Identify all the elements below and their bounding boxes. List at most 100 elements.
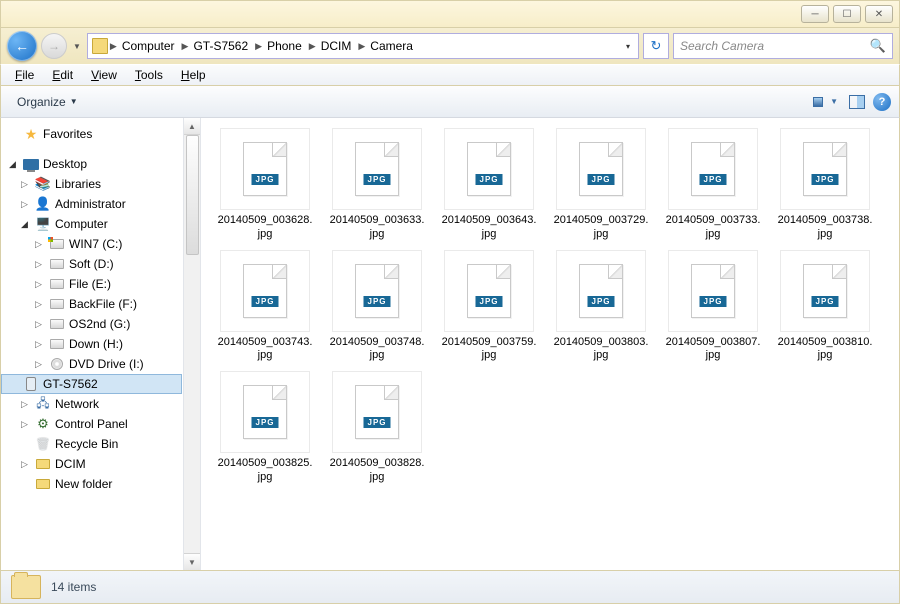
breadcrumb-phone[interactable]: Phone	[264, 37, 305, 55]
chevron-right-icon[interactable]: ▶	[182, 41, 189, 52]
chevron-right-icon[interactable]: ▶	[110, 41, 117, 52]
expand-icon[interactable]: ▷	[21, 399, 31, 410]
search-icon[interactable]: 🔍	[870, 38, 886, 54]
scroll-down-button[interactable]: ▼	[184, 553, 200, 570]
expand-icon[interactable]: ▷	[21, 459, 31, 470]
file-item[interactable]: JPG20140509_003803.jpg	[551, 250, 651, 364]
menu-view[interactable]: View	[83, 66, 125, 84]
libraries-icon: 📚	[35, 176, 51, 192]
folder-icon	[11, 575, 41, 599]
scroll-thumb[interactable]	[186, 135, 199, 255]
chevron-right-icon[interactable]: ▶	[358, 41, 365, 52]
status-bar: 14 items	[0, 570, 900, 604]
file-name: 20140509_003729.jpg	[554, 214, 649, 242]
file-item[interactable]: JPG20140509_003807.jpg	[663, 250, 763, 364]
back-button[interactable]: ←	[7, 31, 37, 61]
file-item[interactable]: JPG20140509_003748.jpg	[327, 250, 427, 364]
expand-icon[interactable]: ▷	[35, 359, 45, 370]
file-item[interactable]: JPG20140509_003743.jpg	[215, 250, 315, 364]
tree-libraries[interactable]: ▷ 📚 Libraries	[1, 174, 182, 194]
change-view-button[interactable]: ▼	[807, 93, 841, 111]
folder-icon	[35, 456, 51, 472]
tree-drive[interactable]: ▷WIN7 (C:)	[1, 234, 182, 254]
forward-button[interactable]: →	[41, 33, 67, 59]
menu-help[interactable]: Help	[173, 66, 214, 84]
file-item[interactable]: JPG20140509_003733.jpg	[663, 128, 763, 242]
history-dropdown[interactable]: ▼	[71, 42, 83, 51]
tree-network[interactable]: ▷ 🖧 Network	[1, 394, 182, 414]
tree-drive[interactable]: ▷Soft (D:)	[1, 254, 182, 274]
drive-icon	[49, 276, 65, 292]
file-item[interactable]: JPG20140509_003643.jpg	[439, 128, 539, 242]
address-dropdown[interactable]: ▾	[622, 42, 634, 51]
tree-label: Recycle Bin	[55, 437, 118, 451]
network-icon: 🖧	[35, 396, 51, 412]
file-thumbnail: JPG	[220, 128, 310, 210]
minimize-button[interactable]: ─	[801, 5, 829, 23]
file-item[interactable]: JPG20140509_003810.jpg	[775, 250, 875, 364]
expand-icon[interactable]: ▷	[35, 259, 45, 270]
chevron-right-icon[interactable]: ▶	[255, 41, 262, 52]
expand-icon[interactable]: ▷	[21, 199, 31, 210]
preview-pane-button[interactable]	[847, 92, 867, 112]
expand-icon[interactable]: ▷	[21, 419, 31, 430]
expand-icon[interactable]: ▷	[35, 319, 45, 330]
file-name: 20140509_003759.jpg	[442, 336, 537, 364]
file-thumbnail: JPG	[220, 250, 310, 332]
expand-icon[interactable]: ▷	[21, 179, 31, 190]
file-item[interactable]: JPG20140509_003738.jpg	[775, 128, 875, 242]
scroll-up-button[interactable]: ▲	[184, 118, 200, 135]
chevron-down-icon[interactable]: ▼	[828, 97, 840, 106]
organize-menu[interactable]: Organize ▼	[9, 92, 86, 112]
view-icon	[808, 94, 828, 110]
file-item[interactable]: JPG20140509_003628.jpg	[215, 128, 315, 242]
menu-tools[interactable]: Tools	[127, 66, 171, 84]
tree-drive[interactable]: ▷DVD Drive (I:)	[1, 354, 182, 374]
help-button[interactable]: ?	[873, 93, 891, 111]
tree-drive[interactable]: ▷BackFile (F:)	[1, 294, 182, 314]
tree-new-folder[interactable]: New folder	[1, 474, 182, 494]
sidebar-scrollbar[interactable]: ▲ ▼	[183, 118, 200, 570]
tree-drive[interactable]: ▷Down (H:)	[1, 334, 182, 354]
desktop-icon	[23, 156, 39, 172]
address-bar[interactable]: ▶ Computer▶ GT-S7562▶ Phone▶ DCIM▶ Camer…	[87, 33, 639, 59]
menu-file[interactable]: File	[7, 66, 42, 84]
expand-icon[interactable]: ▷	[35, 299, 45, 310]
breadcrumb-camera[interactable]: Camera	[367, 37, 416, 55]
tree-label: File (E:)	[69, 277, 111, 291]
file-item[interactable]: JPG20140509_003828.jpg	[327, 371, 427, 485]
collapse-icon[interactable]: ◢	[9, 159, 19, 170]
tree-computer[interactable]: ◢ 🖥️ Computer	[1, 214, 182, 234]
search-input[interactable]: Search Camera 🔍	[673, 33, 893, 59]
breadcrumb-device[interactable]: GT-S7562	[190, 37, 251, 55]
tree-recycle-bin[interactable]: 🗑 Recycle Bin	[1, 434, 182, 454]
file-thumbnail: JPG	[444, 250, 534, 332]
expand-icon[interactable]: ▷	[35, 239, 45, 250]
tree-desktop-root[interactable]: ◢ Desktop	[1, 154, 182, 174]
tree-control-panel[interactable]: ▷ ⚙ Control Panel	[1, 414, 182, 434]
tree-favorites[interactable]: ★ Favorites	[1, 124, 182, 144]
expand-icon[interactable]: ▷	[35, 279, 45, 290]
close-button[interactable]: ✕	[865, 5, 893, 23]
chevron-right-icon[interactable]: ▶	[309, 41, 316, 52]
refresh-button[interactable]: ↻	[643, 33, 669, 59]
menu-edit[interactable]: Edit	[44, 66, 81, 84]
tree-administrator[interactable]: ▷ 👤 Administrator	[1, 194, 182, 214]
jpg-badge: JPG	[475, 296, 502, 307]
file-item[interactable]: JPG 20140509_003759.jpg	[439, 250, 539, 364]
collapse-icon[interactable]: ◢	[21, 219, 31, 230]
file-item[interactable]: JPG20140509_003633.jpg	[327, 128, 427, 242]
tree-dcim-folder[interactable]: ▷ DCIM	[1, 454, 182, 474]
tree-drive[interactable]: ▷ File (E:)	[1, 274, 182, 294]
breadcrumb-dcim[interactable]: DCIM	[318, 37, 355, 55]
file-item[interactable]: JPG20140509_003729.jpg	[551, 128, 651, 242]
drive-icon	[49, 316, 65, 332]
tree-drive[interactable]: GT-S7562	[1, 374, 182, 394]
expand-icon[interactable]: ▷	[35, 339, 45, 350]
file-thumbnail: JPG	[556, 250, 646, 332]
file-item[interactable]: JPG20140509_003825.jpg	[215, 371, 315, 485]
tree-drive[interactable]: ▷OS2nd (G:)	[1, 314, 182, 334]
breadcrumb-computer[interactable]: Computer	[119, 37, 178, 55]
file-list[interactable]: JPG20140509_003628.jpgJPG20140509_003633…	[201, 118, 899, 570]
maximize-button[interactable]: ☐	[833, 5, 861, 23]
